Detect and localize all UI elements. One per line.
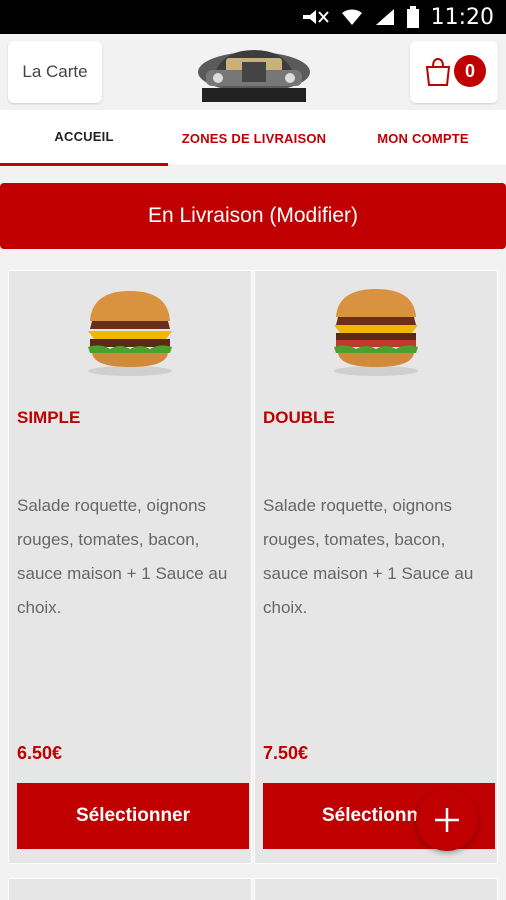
product-description: Salade roquette, oignons rouges, tomates…	[17, 496, 228, 617]
product-name: DOUBLE	[263, 408, 335, 427]
product-price: 7.50€	[263, 743, 309, 763]
plus-icon	[435, 808, 459, 832]
product-name: SIMPLE	[17, 408, 81, 427]
cart-count-badge: 0	[454, 55, 486, 87]
add-fab-button[interactable]	[416, 789, 478, 851]
product-card-partial[interactable]	[8, 878, 252, 900]
tab-bar: ACCUEIL ZONES DE LIVRAISON MON COMPTE	[0, 110, 506, 166]
cart-button[interactable]: 0	[410, 41, 498, 103]
mute-icon	[303, 10, 329, 24]
select-button[interactable]: Sélectionner	[17, 783, 249, 849]
battery-icon	[407, 6, 419, 28]
tab-mon-compte[interactable]: MON COMPTE	[340, 110, 506, 166]
product-card-partial[interactable]	[254, 878, 498, 900]
burger-image	[334, 289, 418, 376]
product-card-simple[interactable]: SIMPLE Salade roquette, oignons rouges, …	[8, 270, 252, 864]
app-header: La Carte 0	[0, 34, 506, 110]
wifi-icon	[342, 9, 362, 25]
product-card-double[interactable]: DOUBLE Salade roquette, oignons rouges, …	[254, 270, 498, 864]
logo[interactable]	[196, 42, 312, 104]
tab-accueil[interactable]: ACCUEIL	[0, 110, 168, 166]
signal-icon	[376, 9, 394, 25]
cart-icon	[425, 57, 451, 86]
product-price: 6.50€	[17, 743, 63, 763]
menu-button[interactable]: La Carte	[8, 41, 102, 103]
status-icons	[300, 6, 420, 28]
delivery-mode-button[interactable]: En Livraison (Modifier)	[0, 183, 506, 249]
status-bar: 11:20	[0, 0, 506, 34]
logo-image	[198, 50, 310, 102]
status-time: 11:20	[430, 5, 494, 30]
tab-zones-de-livraison[interactable]: ZONES DE LIVRAISON	[168, 110, 340, 166]
main-content: En Livraison (Modifier) SIMPLE Salade ro…	[0, 166, 506, 900]
burger-image	[88, 291, 172, 376]
product-description: Salade roquette, oignons rouges, tomates…	[263, 496, 474, 617]
